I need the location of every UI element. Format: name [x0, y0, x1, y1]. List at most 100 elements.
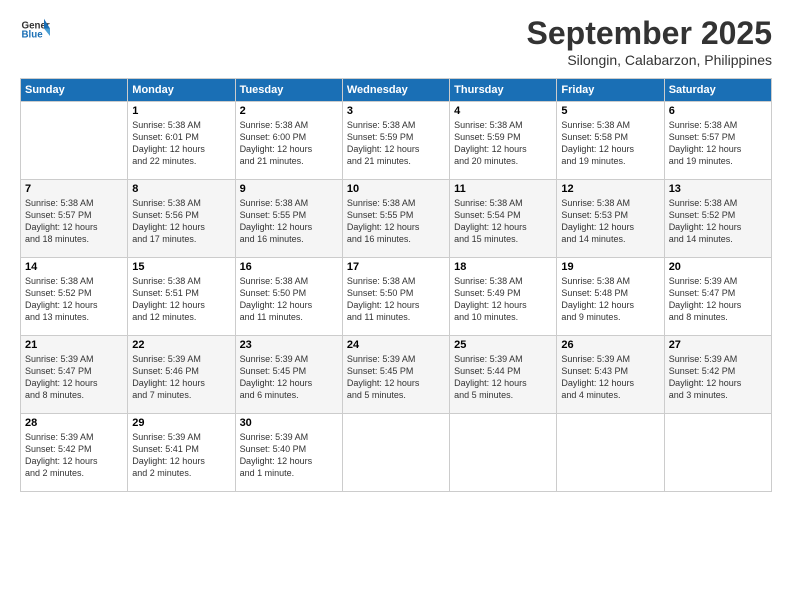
day-number: 7: [25, 183, 123, 195]
calendar-cell: [342, 414, 449, 492]
calendar-cell: 9 Sunrise: 5:38 AM Sunset: 5:55 PM Daylig…: [235, 180, 342, 258]
col-header-saturday: Saturday: [664, 79, 771, 102]
day-info: Sunrise: 5:38 AM Sunset: 5:51 PM Dayligh…: [132, 275, 230, 324]
day-number: 21: [25, 339, 123, 351]
col-header-sunday: Sunday: [21, 79, 128, 102]
day-info: Sunrise: 5:39 AM Sunset: 5:43 PM Dayligh…: [561, 353, 659, 402]
calendar-cell: 12Sunrise: 5:38 AM Sunset: 5:53 PM Dayli…: [557, 180, 664, 258]
col-header-wednesday: Wednesday: [342, 79, 449, 102]
day-number: 8: [132, 183, 230, 195]
calendar-cell: 17 Sunrise: 5:38 AM Sunset: 5:50 PM Dayli…: [342, 258, 449, 336]
calendar-cell: 27 Sunrise: 5:39 AM Sunset: 5:42 PM Dayli…: [664, 336, 771, 414]
day-info: Sunrise: 5:39 AM Sunset: 5:45 PM Dayligh…: [240, 353, 338, 402]
day-number: 22: [132, 339, 230, 351]
day-number: 25: [454, 339, 552, 351]
day-info: Sunrise: 5:38 AM Sunset: 5:57 PM Dayligh…: [669, 119, 767, 168]
calendar-cell: 29 Sunrise: 5:39 AM Sunset: 5:41 PM Dayli…: [128, 414, 235, 492]
day-info: Sunrise: 5:39 AM Sunset: 5:41 PM Dayligh…: [132, 431, 230, 480]
day-number: 4: [454, 105, 552, 117]
calendar-cell: 22 Sunrise: 5:39 AM Sunset: 5:46 PM Dayli…: [128, 336, 235, 414]
day-number: 19: [561, 261, 659, 273]
day-info: Sunrise: 5:38 AM Sunset: 5:54 PM Dayligh…: [454, 197, 552, 246]
calendar-cell: 13 Sunrise: 5:38 AM Sunset: 5:52 PM Dayli…: [664, 180, 771, 258]
calendar-cell: [450, 414, 557, 492]
day-info: Sunrise: 5:38 AM Sunset: 6:01 PM Dayligh…: [132, 119, 230, 168]
calendar-cell: 2Sunrise: 5:38 AM Sunset: 6:00 PM Daylig…: [235, 102, 342, 180]
day-info: Sunrise: 5:38 AM Sunset: 5:50 PM Dayligh…: [347, 275, 445, 324]
col-header-thursday: Thursday: [450, 79, 557, 102]
calendar-cell: 1 Sunrise: 5:38 AM Sunset: 6:01 PM Daylig…: [128, 102, 235, 180]
logo: General Blue: [20, 15, 50, 45]
day-number: 20: [669, 261, 767, 273]
calendar-cell: 25 Sunrise: 5:39 AM Sunset: 5:44 PM Dayli…: [450, 336, 557, 414]
week-row-3: 21 Sunrise: 5:39 AM Sunset: 5:47 PM Dayli…: [21, 336, 772, 414]
day-info: Sunrise: 5:38 AM Sunset: 5:59 PM Dayligh…: [347, 119, 445, 168]
day-number: 30: [240, 417, 338, 429]
day-info: Sunrise: 5:38 AM Sunset: 5:52 PM Dayligh…: [669, 197, 767, 246]
week-row-0: 1 Sunrise: 5:38 AM Sunset: 6:01 PM Daylig…: [21, 102, 772, 180]
day-number: 24: [347, 339, 445, 351]
day-number: 28: [25, 417, 123, 429]
calendar-cell: [664, 414, 771, 492]
day-info: Sunrise: 5:39 AM Sunset: 5:44 PM Dayligh…: [454, 353, 552, 402]
day-number: 23: [240, 339, 338, 351]
day-info: Sunrise: 5:38 AM Sunset: 6:00 PM Dayligh…: [240, 119, 338, 168]
day-info: Sunrise: 5:38 AM Sunset: 5:52 PM Dayligh…: [25, 275, 123, 324]
calendar-cell: 28 Sunrise: 5:39 AM Sunset: 5:42 PM Dayli…: [21, 414, 128, 492]
title-block: September 2025 Silongin, Calabarzon, Phi…: [527, 15, 772, 68]
day-info: Sunrise: 5:38 AM Sunset: 5:50 PM Dayligh…: [240, 275, 338, 324]
calendar-cell: 3 Sunrise: 5:38 AM Sunset: 5:59 PM Daylig…: [342, 102, 449, 180]
day-number: 3: [347, 105, 445, 117]
calendar-cell: 24 Sunrise: 5:39 AM Sunset: 5:45 PM Dayli…: [342, 336, 449, 414]
day-info: Sunrise: 5:38 AM Sunset: 5:55 PM Dayligh…: [347, 197, 445, 246]
day-number: 26: [561, 339, 659, 351]
day-number: 11: [454, 183, 552, 195]
day-info: Sunrise: 5:38 AM Sunset: 5:55 PM Dayligh…: [240, 197, 338, 246]
calendar-cell: 19Sunrise: 5:38 AM Sunset: 5:48 PM Dayli…: [557, 258, 664, 336]
calendar-cell: 16 Sunrise: 5:38 AM Sunset: 5:50 PM Dayli…: [235, 258, 342, 336]
day-info: Sunrise: 5:38 AM Sunset: 5:57 PM Dayligh…: [25, 197, 123, 246]
day-number: 12: [561, 183, 659, 195]
day-number: 14: [25, 261, 123, 273]
calendar-cell: 7 Sunrise: 5:38 AM Sunset: 5:57 PM Daylig…: [21, 180, 128, 258]
day-info: Sunrise: 5:38 AM Sunset: 5:58 PM Dayligh…: [561, 119, 659, 168]
col-header-friday: Friday: [557, 79, 664, 102]
day-number: 18: [454, 261, 552, 273]
day-info: Sunrise: 5:39 AM Sunset: 5:45 PM Dayligh…: [347, 353, 445, 402]
calendar-cell: 20 Sunrise: 5:39 AM Sunset: 5:47 PM Dayli…: [664, 258, 771, 336]
calendar-cell: 18Sunrise: 5:38 AM Sunset: 5:49 PM Dayli…: [450, 258, 557, 336]
calendar-cell: 5 Sunrise: 5:38 AM Sunset: 5:58 PM Daylig…: [557, 102, 664, 180]
day-info: Sunrise: 5:38 AM Sunset: 5:56 PM Dayligh…: [132, 197, 230, 246]
week-row-1: 7 Sunrise: 5:38 AM Sunset: 5:57 PM Daylig…: [21, 180, 772, 258]
day-number: 10: [347, 183, 445, 195]
day-info: Sunrise: 5:39 AM Sunset: 5:47 PM Dayligh…: [669, 275, 767, 324]
calendar-cell: 15Sunrise: 5:38 AM Sunset: 5:51 PM Dayli…: [128, 258, 235, 336]
calendar-cell: 30Sunrise: 5:39 AM Sunset: 5:40 PM Dayli…: [235, 414, 342, 492]
day-number: 16: [240, 261, 338, 273]
calendar-cell: 14 Sunrise: 5:38 AM Sunset: 5:52 PM Dayli…: [21, 258, 128, 336]
day-info: Sunrise: 5:38 AM Sunset: 5:59 PM Dayligh…: [454, 119, 552, 168]
calendar-cell: 10 Sunrise: 5:38 AM Sunset: 5:55 PM Dayli…: [342, 180, 449, 258]
day-info: Sunrise: 5:39 AM Sunset: 5:47 PM Dayligh…: [25, 353, 123, 402]
calendar-cell: 4 Sunrise: 5:38 AM Sunset: 5:59 PM Daylig…: [450, 102, 557, 180]
main-title: September 2025: [527, 15, 772, 52]
calendar-cell: [21, 102, 128, 180]
day-number: 6: [669, 105, 767, 117]
calendar-cell: 26 Sunrise: 5:39 AM Sunset: 5:43 PM Dayli…: [557, 336, 664, 414]
header: General Blue September 2025 Silongin, Ca…: [20, 15, 772, 68]
col-header-monday: Monday: [128, 79, 235, 102]
day-number: 5: [561, 105, 659, 117]
calendar-cell: 11 Sunrise: 5:38 AM Sunset: 5:54 PM Dayli…: [450, 180, 557, 258]
day-number: 27: [669, 339, 767, 351]
day-info: Sunrise: 5:39 AM Sunset: 5:42 PM Dayligh…: [25, 431, 123, 480]
day-number: 29: [132, 417, 230, 429]
day-number: 17: [347, 261, 445, 273]
day-number: 13: [669, 183, 767, 195]
day-info: Sunrise: 5:39 AM Sunset: 5:42 PM Dayligh…: [669, 353, 767, 402]
calendar-cell: 21 Sunrise: 5:39 AM Sunset: 5:47 PM Dayli…: [21, 336, 128, 414]
logo-icon: General Blue: [20, 15, 50, 45]
svg-text:Blue: Blue: [22, 30, 44, 41]
day-info: Sunrise: 5:39 AM Sunset: 5:46 PM Dayligh…: [132, 353, 230, 402]
day-number: 9: [240, 183, 338, 195]
day-number: 1: [132, 105, 230, 117]
